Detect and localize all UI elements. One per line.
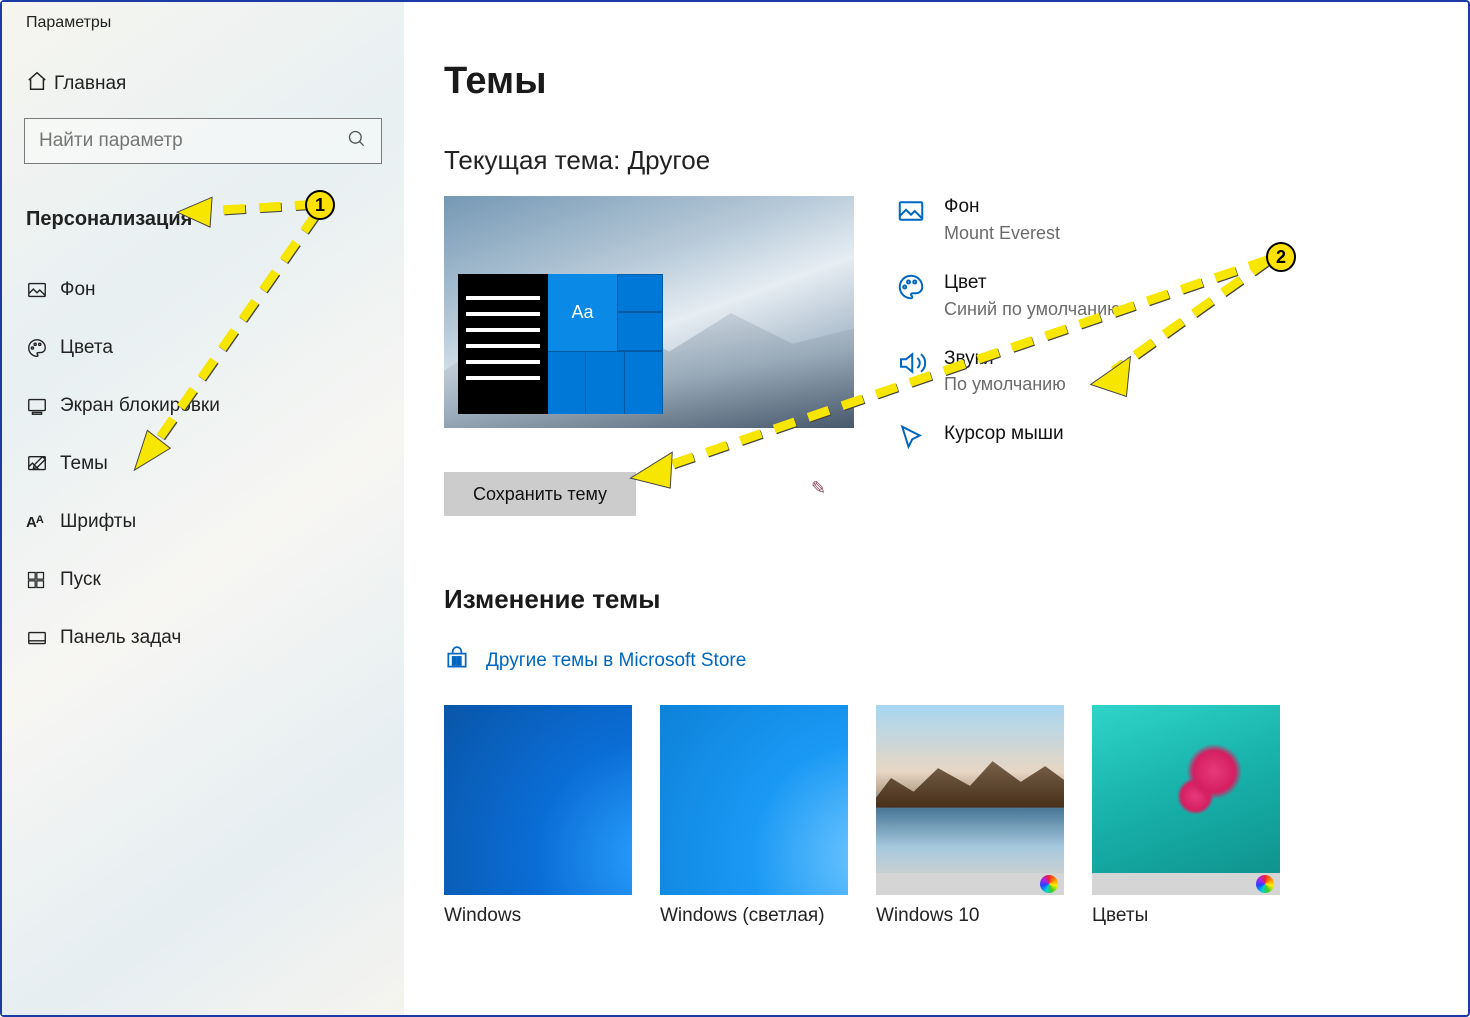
- sidebar-nav: Фон Цвета Экран блокировки Темы AA Шрифт…: [2, 261, 404, 667]
- palette-icon: [26, 337, 60, 359]
- sidebar-item-start[interactable]: Пуск: [2, 551, 404, 609]
- prop-value: Синий по умолчанию: [944, 299, 1121, 320]
- sidebar-item-label: Темы: [60, 453, 108, 475]
- sidebar-item-lockscreen[interactable]: Экран блокировки: [2, 377, 404, 435]
- theme-icon: [26, 453, 60, 475]
- preview-sample-text: Aa: [548, 274, 617, 351]
- search-icon: [347, 129, 367, 154]
- taskbar-icon: [26, 627, 60, 649]
- current-theme: Текущая тема: Другое: [444, 145, 1458, 176]
- theme-thumbnail: [444, 705, 632, 895]
- change-theme-header: Изменение темы: [444, 584, 1458, 615]
- sidebar-item-colors[interactable]: Цвета: [2, 319, 404, 377]
- font-icon: AA: [26, 514, 60, 531]
- theme-grid: Windows Windows (светлая) Windows 10 Цве…: [444, 705, 1458, 927]
- sound-icon: [896, 348, 926, 378]
- theme-card-flowers[interactable]: Цветы: [1092, 705, 1280, 927]
- home-label: Главная: [54, 73, 126, 95]
- slideshow-icon: [1256, 875, 1274, 893]
- prop-label: Курсор мыши: [944, 423, 1064, 446]
- home-icon: [26, 70, 54, 98]
- sidebar-item-label: Экран блокировки: [60, 395, 220, 417]
- sidebar: Параметры Главная Персонализация Фон: [2, 2, 404, 1015]
- prop-color[interactable]: Цвет Синий по умолчанию: [896, 272, 1458, 320]
- search-box[interactable]: [24, 118, 382, 164]
- save-theme-button[interactable]: Сохранить тему: [444, 472, 636, 516]
- prop-label: Фон: [944, 196, 1060, 219]
- store-icon: [444, 645, 470, 677]
- cursor-icon: [896, 423, 926, 453]
- search-input[interactable]: [39, 130, 347, 152]
- sidebar-item-label: Шрифты: [60, 511, 136, 533]
- prop-sounds[interactable]: Звуки По умолчанию: [896, 348, 1458, 396]
- prop-cursor[interactable]: Курсор мыши: [896, 423, 1458, 453]
- theme-card-windows10[interactable]: Windows 10: [876, 705, 1064, 927]
- preview-taskbar: Aa: [458, 274, 663, 414]
- theme-card-windows[interactable]: Windows: [444, 705, 632, 927]
- picture-icon: [26, 279, 60, 301]
- palette-icon: [896, 272, 926, 302]
- theme-thumbnail: [1092, 705, 1280, 895]
- sidebar-item-label: Пуск: [60, 569, 101, 591]
- theme-name: Windows: [444, 905, 632, 927]
- theme-card-windows-light[interactable]: Windows (светлая): [660, 705, 848, 927]
- prop-label: Цвет: [944, 272, 1121, 295]
- sidebar-item-taskbar[interactable]: Панель задач: [2, 609, 404, 667]
- category-header: Персонализация: [2, 164, 404, 241]
- prop-label: Звуки: [944, 348, 1066, 371]
- page-title: Темы: [444, 60, 1458, 103]
- current-theme-label: Текущая тема:: [444, 145, 620, 175]
- sidebar-item-fonts[interactable]: AA Шрифты: [2, 493, 404, 551]
- sidebar-item-background[interactable]: Фон: [2, 261, 404, 319]
- main-content: Темы Текущая тема: Другое Aa: [404, 2, 1468, 1015]
- home-link[interactable]: Главная: [2, 56, 404, 112]
- sidebar-item-label: Фон: [60, 279, 96, 301]
- theme-thumbnail: [876, 705, 1064, 895]
- sidebar-item-label: Панель задач: [60, 627, 181, 649]
- slideshow-icon: [1040, 875, 1058, 893]
- theme-name: Windows (светлая): [660, 905, 848, 927]
- theme-thumbnail: [660, 705, 848, 895]
- more-themes-link[interactable]: Другие темы в Microsoft Store: [444, 645, 1458, 677]
- theme-name: Windows 10: [876, 905, 1064, 927]
- window-title: Параметры: [2, 14, 404, 56]
- prop-background[interactable]: Фон Mount Everest: [896, 196, 1458, 244]
- theme-preview: Aa: [444, 196, 854, 428]
- theme-properties: Фон Mount Everest Цвет Синий по умолчани…: [896, 196, 1458, 481]
- picture-icon: [896, 196, 926, 226]
- sidebar-item-themes[interactable]: Темы: [2, 435, 404, 493]
- sidebar-item-label: Цвета: [60, 337, 113, 359]
- prop-value: Mount Everest: [944, 223, 1060, 244]
- theme-name: Цветы: [1092, 905, 1280, 927]
- prop-value: По умолчанию: [944, 374, 1066, 395]
- current-theme-value: Другое: [628, 145, 711, 175]
- store-link-label: Другие темы в Microsoft Store: [486, 650, 746, 672]
- lockscreen-icon: [26, 395, 60, 417]
- start-icon: [26, 570, 60, 590]
